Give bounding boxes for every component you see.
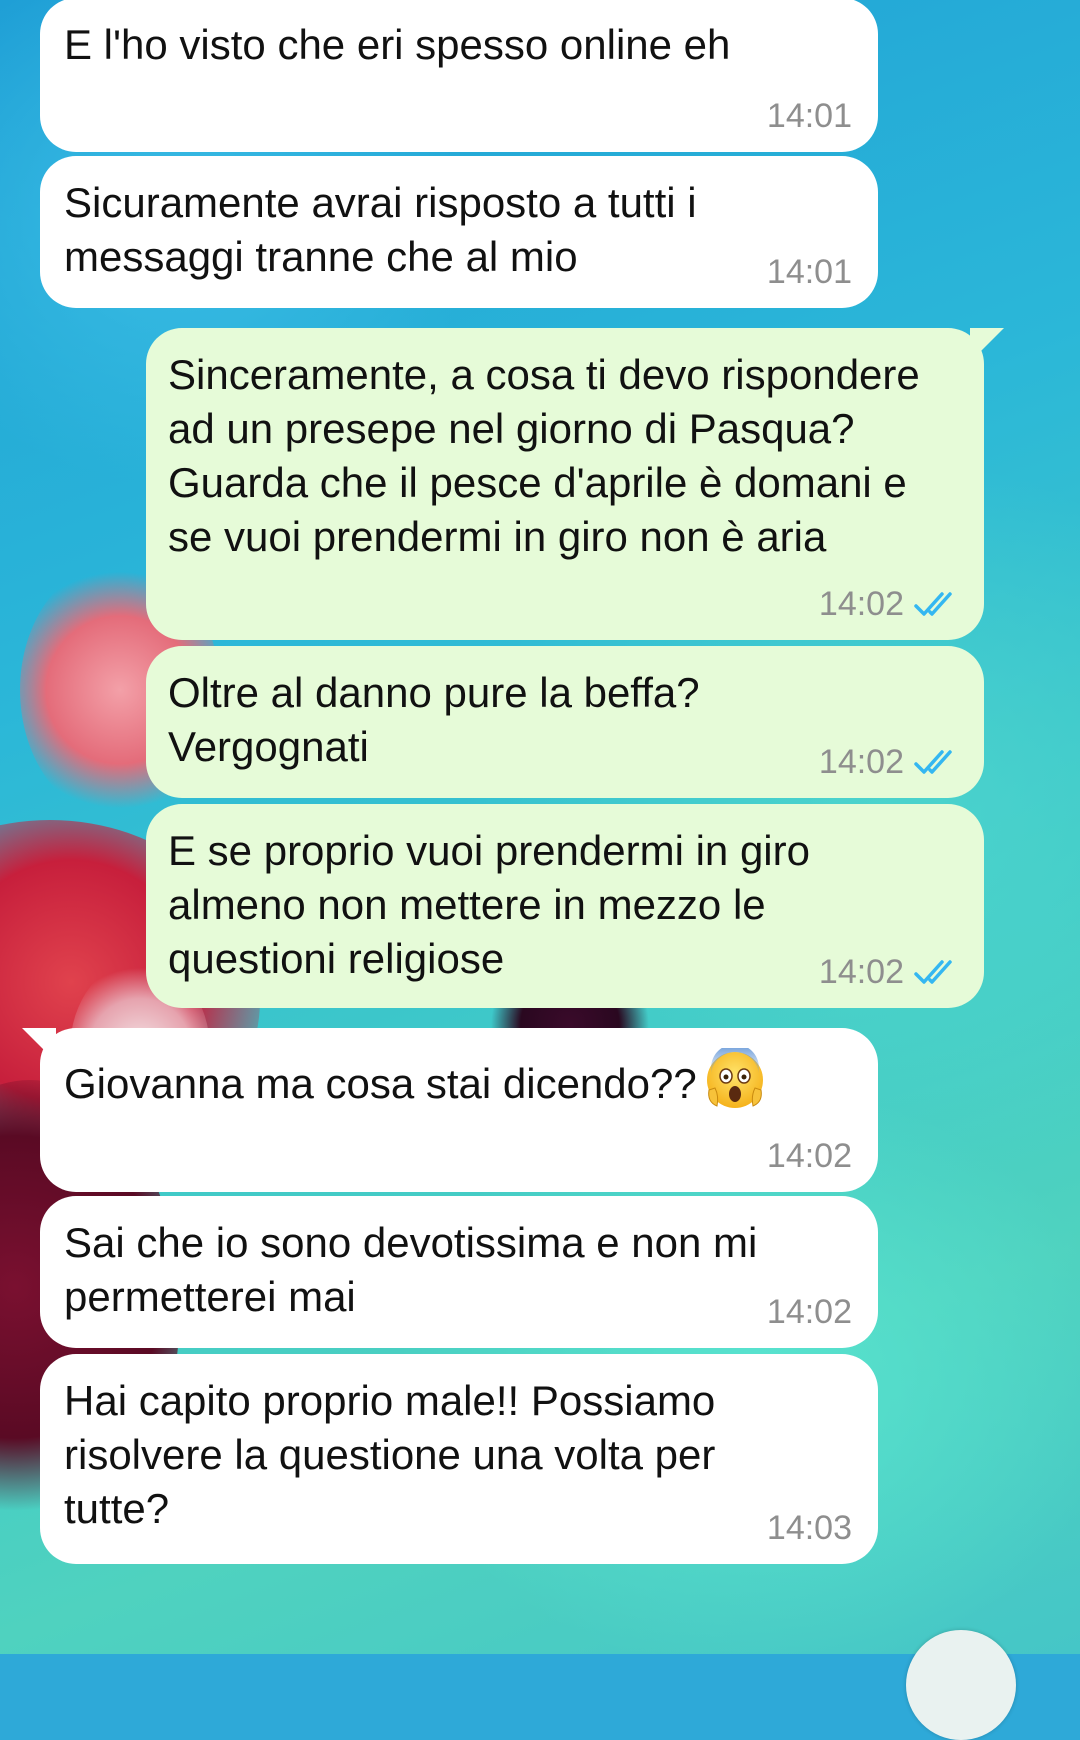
incoming-message[interactable]: E l'ho visto che eri spesso online eh 14… — [40, 0, 878, 152]
message-meta: 14:02 — [819, 742, 958, 782]
incoming-message[interactable]: Sicuramente avrai risposto a tutti i mes… — [40, 156, 878, 308]
message-time: 14:02 — [818, 743, 904, 781]
double-check-read-icon — [914, 748, 958, 776]
message-text: Oltre al danno pure la beffa? Vergognati — [168, 669, 700, 770]
message-text: E se proprio vuoi prendermi in giro alme… — [168, 827, 810, 982]
double-check-read-icon — [914, 590, 958, 618]
message-time: 14:02 — [766, 1293, 852, 1331]
message-text-row: Giovanna ma cosa stai dicendo?? — [64, 1044, 848, 1112]
message-time: 14:03 — [766, 1509, 852, 1547]
message-text: Sai che io sono devotissima e non mi per… — [64, 1219, 758, 1320]
message-meta: 14:01 — [767, 252, 852, 292]
incoming-message[interactable]: Hai capito proprio male!! Possiamo risol… — [40, 1354, 878, 1564]
bubble-tail — [970, 328, 1004, 362]
message-text: Sinceramente, a cosa ti devo rispondere … — [168, 351, 920, 560]
outgoing-message[interactable]: E se proprio vuoi prendermi in giro alme… — [146, 804, 984, 1008]
bubble-tail — [22, 1028, 56, 1062]
message-text: Hai capito proprio male!! Possiamo risol… — [64, 1377, 716, 1532]
message-meta: 14:02 — [819, 952, 958, 992]
incoming-message[interactable]: Sai che io sono devotissima e non mi per… — [40, 1196, 878, 1348]
message-meta: 14:02 — [819, 584, 958, 624]
message-text: Giovanna ma cosa stai dicendo?? — [64, 1060, 697, 1107]
message-meta: 14:02 — [767, 1292, 852, 1332]
outgoing-message[interactable]: Sinceramente, a cosa ti devo rispondere … — [146, 328, 1004, 640]
scroll-to-bottom-button[interactable] — [906, 1630, 1016, 1740]
message-text: Sicuramente avrai risposto a tutti i mes… — [64, 179, 697, 280]
message-meta: 14:01 — [767, 96, 852, 136]
message-meta: 14:03 — [767, 1508, 852, 1548]
outgoing-message[interactable]: Oltre al danno pure la beffa? Vergognati… — [146, 646, 984, 798]
message-time: 14:02 — [818, 585, 904, 623]
incoming-message[interactable]: Giovanna ma cosa stai dicendo?? 14:02 — [22, 1028, 878, 1192]
message-text: E l'ho visto che eri spesso online eh — [64, 21, 731, 68]
message-time: 14:02 — [818, 953, 904, 991]
message-meta: 14:02 — [767, 1136, 852, 1176]
message-time: 14:01 — [766, 97, 852, 135]
message-time: 14:01 — [766, 253, 852, 291]
message-time: 14:02 — [766, 1137, 852, 1175]
double-check-read-icon — [914, 958, 958, 986]
screaming-face-emoji-icon — [705, 1044, 765, 1112]
